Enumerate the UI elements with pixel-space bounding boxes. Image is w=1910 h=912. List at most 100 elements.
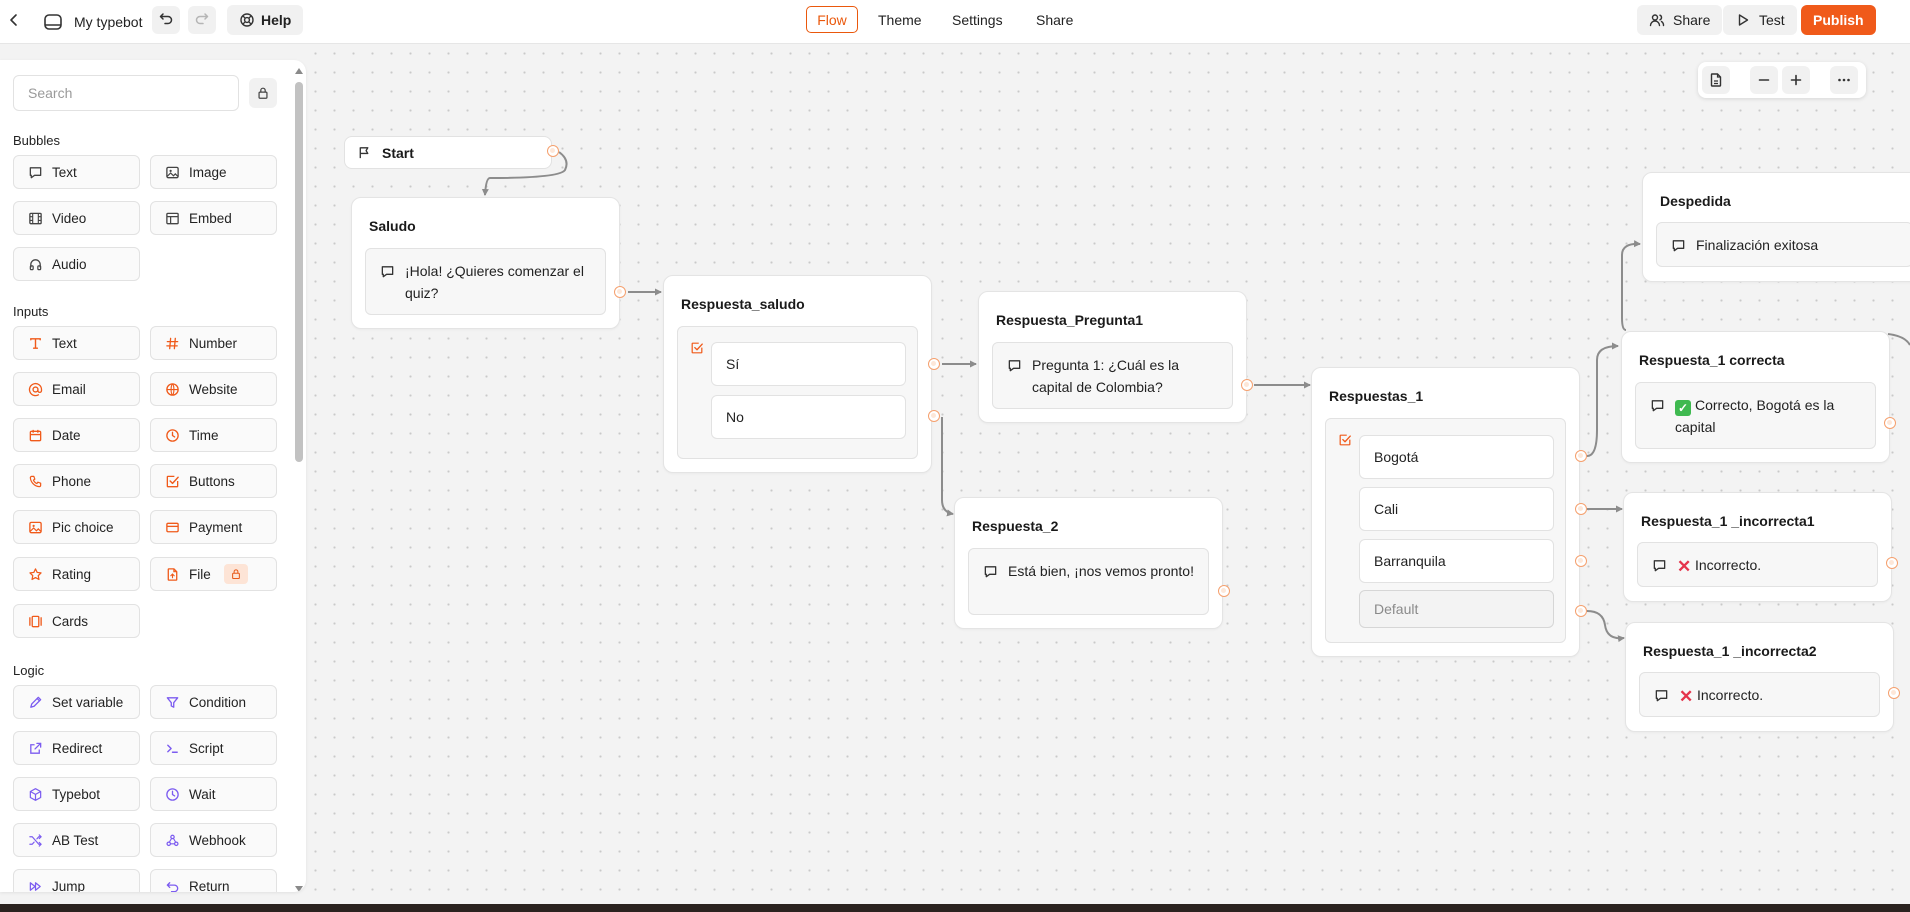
block-email-input[interactable]: Email [13,372,140,406]
scroll-down-arrow[interactable] [295,886,303,892]
block-webhook[interactable]: Webhook [150,823,277,857]
start-output-port[interactable] [547,145,559,157]
correcta-output-port[interactable] [1884,417,1896,429]
block-pic-choice-input[interactable]: Pic choice [13,510,140,544]
choice-barranquila-port[interactable] [1575,555,1587,567]
choice-barranquila[interactable]: Barranquila [1359,539,1554,583]
block-wait[interactable]: Wait [150,777,277,811]
block-jump[interactable]: Jump [13,869,140,892]
block-audio-bubble[interactable]: Audio [13,247,140,281]
tab-theme[interactable]: Theme [868,6,932,34]
group-respuesta-1-incorrecta1[interactable]: Respuesta_1 _incorrecta1 ✕ Incorrecto. [1623,492,1892,602]
zoom-out-button[interactable] [1750,66,1778,94]
choice-bogota-port[interactable] [1575,450,1587,462]
share-button[interactable]: Share [1637,5,1723,35]
saludo-output-port[interactable] [614,286,626,298]
more-options-button[interactable] [1830,66,1858,94]
help-button[interactable]: Help [227,5,304,35]
block-text-input[interactable]: Text [13,326,140,360]
choice-cali[interactable]: Cali [1359,487,1554,531]
block-script[interactable]: Script [150,731,277,765]
block-text-bubble[interactable]: Text [13,155,140,189]
sidebar-scrollbar[interactable] [295,68,303,892]
group-despedida[interactable]: Despedida Finalización exitosa [1642,172,1910,282]
taskbar-strip [0,904,1910,912]
choice-cali-port[interactable] [1575,503,1587,515]
at-sign-icon [28,382,43,397]
block-redirect[interactable]: Redirect [13,731,140,765]
choice-si-port[interactable] [928,358,940,370]
typebot-name[interactable]: My typebot [74,10,142,34]
undo-button[interactable] [152,6,180,34]
respuesta2-output-port[interactable] [1218,585,1230,597]
search-input[interactable] [13,75,239,111]
text-bubble-block[interactable]: ✕ Incorrecto. [1637,542,1878,587]
block-set-variable[interactable]: Set variable [13,685,140,719]
choice-default-port[interactable] [1575,605,1587,617]
block-cards-input[interactable]: Cards [13,604,140,638]
block-website-input[interactable]: Website [150,372,277,406]
block-phone-input[interactable]: Phone [13,464,140,498]
block-buttons-input[interactable]: Buttons [150,464,277,498]
incorrecta1-output-port[interactable] [1886,557,1898,569]
scrollbar-thumb[interactable] [295,82,303,462]
group-respuesta-2[interactable]: Respuesta_2 Está bien, ¡nos vemos pronto… [954,497,1223,629]
group-title: Respuesta_saludo [681,296,805,312]
tab-flow[interactable]: Flow [806,6,858,33]
text-bubble-block[interactable]: ¡Hola! ¿Quieres comenzar el quiz? [365,248,606,315]
block-condition[interactable]: Condition [150,685,277,719]
redo-button[interactable] [188,6,216,34]
incorrecta2-output-port[interactable] [1888,687,1900,699]
group-title: Respuesta_1 _incorrecta2 [1643,643,1817,659]
lock-icon [223,564,248,584]
text-bubble-block[interactable]: Finalización exitosa [1656,222,1910,267]
group-respuesta-1-incorrecta2[interactable]: Respuesta_1 _incorrecta2 ✕ Incorrecto. [1625,622,1894,732]
group-respuestas-1[interactable]: Respuestas_1 Bogotá Cali Barranquila Def… [1311,367,1580,657]
text-bubble-block[interactable]: ✓ Correcto, Bogotá es la capital [1635,382,1876,449]
choice-no-port[interactable] [928,410,940,422]
block-image-bubble[interactable]: Image [150,155,277,189]
group-respuesta-1-correcta[interactable]: Respuesta_1 correcta ✓ Correcto, Bogotá e… [1621,331,1890,463]
chat-icon [1650,394,1665,413]
back-button[interactable] [0,8,28,36]
pregunta1-output-port[interactable] [1241,379,1253,391]
tab-settings[interactable]: Settings [942,6,1013,34]
block-rating-input[interactable]: Rating [13,557,140,591]
block-time-input[interactable]: Time [150,418,277,452]
choice-no[interactable]: No [711,395,906,439]
clock-icon [165,787,180,802]
phone-icon [28,474,43,489]
block-date-input[interactable]: Date [13,418,140,452]
choice-si[interactable]: Sí [711,342,906,386]
block-payment-input[interactable]: Payment [150,510,277,544]
export-button[interactable] [1702,66,1730,94]
group-respuesta-saludo[interactable]: Respuesta_saludo Sí No [663,275,932,473]
redo-icon [194,10,210,31]
zoom-in-button[interactable] [1782,66,1810,94]
choice-default[interactable]: Default [1359,590,1554,628]
block-file-input[interactable]: File [150,557,277,591]
test-button[interactable]: Test [1723,5,1797,35]
group-respuesta-pregunta1[interactable]: Respuesta_Pregunta1 Pregunta 1: ¿Cuál es… [978,291,1247,423]
block-ab-test[interactable]: AB Test [13,823,140,857]
text-bubble-block[interactable]: Pregunta 1: ¿Cuál es la capital de Colom… [992,342,1233,409]
choice-bogota[interactable]: Bogotá [1359,435,1554,479]
tab-share[interactable]: Share [1026,6,1083,34]
scroll-up-arrow[interactable] [295,68,303,74]
text-bubble-block[interactable]: ✕ Incorrecto. [1639,672,1880,717]
block-number-input[interactable]: Number [150,326,277,360]
start-node[interactable]: Start [344,136,552,169]
lock-sidebar-button[interactable] [249,78,277,108]
group-saludo[interactable]: Saludo ¡Hola! ¿Quieres comenzar el quiz? [351,197,620,329]
text-bubble-block[interactable]: Está bien, ¡nos vemos pronto! [968,548,1209,615]
bubble-text: Está bien, ¡nos vemos pronto! [1008,563,1194,579]
block-embed-bubble[interactable]: Embed [150,201,277,235]
publish-button[interactable]: Publish [1801,5,1876,35]
buttons-input-block[interactable]: Sí No [677,326,918,459]
block-video-bubble[interactable]: Video [13,201,140,235]
return-icon [165,879,180,893]
block-typebot[interactable]: Typebot [13,777,140,811]
block-return[interactable]: Return [150,869,277,892]
external-link-icon [28,741,43,756]
buttons-input-block[interactable]: Bogotá Cali Barranquila Default [1325,418,1566,643]
